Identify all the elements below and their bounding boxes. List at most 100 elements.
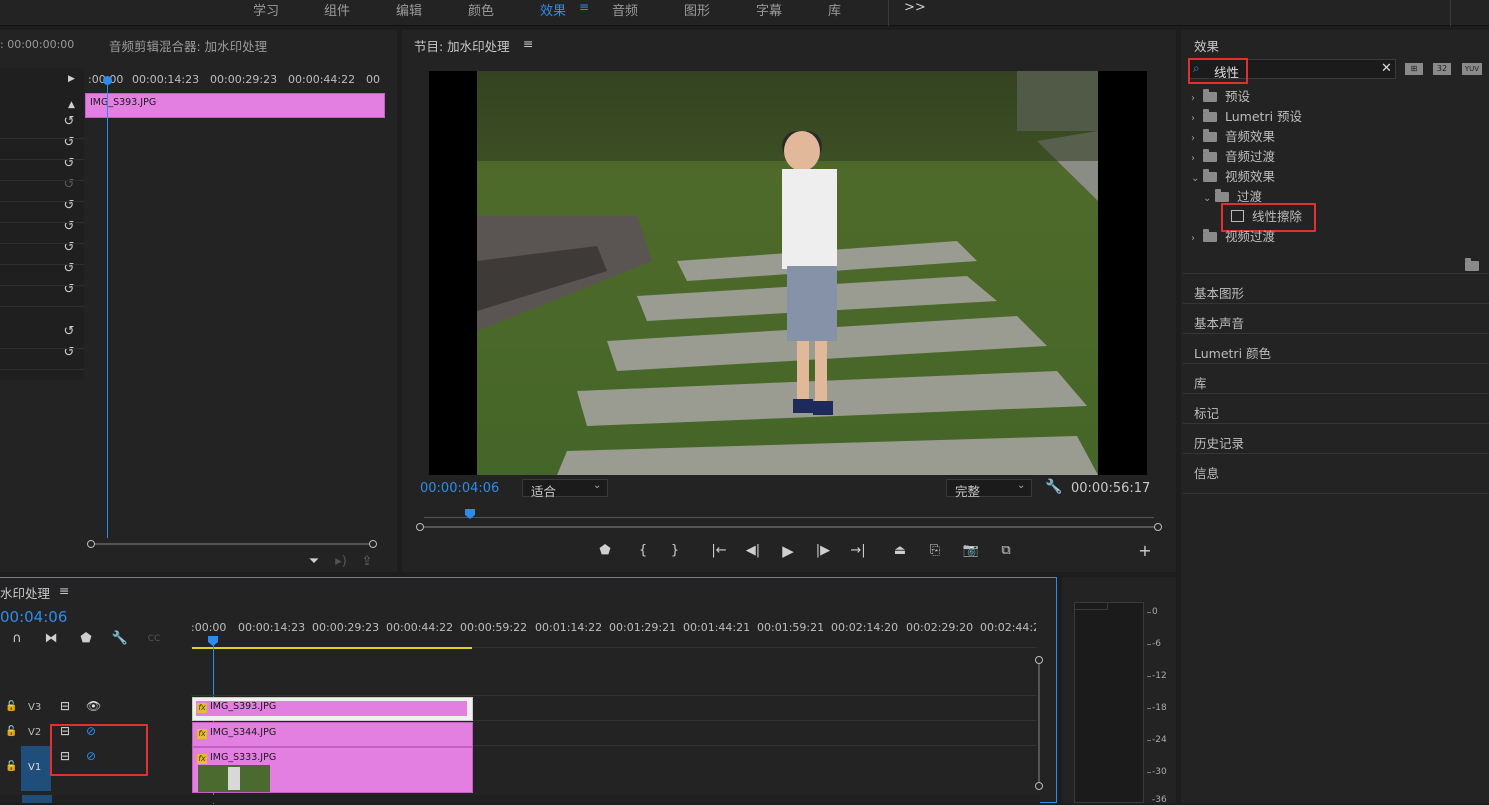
- timeline-title: 水印处理: [0, 586, 51, 601]
- work-area-bar[interactable]: [192, 647, 472, 649]
- linked-selection-icon[interactable]: ⧓: [42, 631, 60, 647]
- reset-icon[interactable]: ↺: [62, 325, 76, 339]
- source-zoom-scrollbar[interactable]: [87, 540, 377, 548]
- workspace-tab-effects[interactable]: 效果: [540, 0, 566, 19]
- clip-v1[interactable]: fx IMG_S333.JPG: [192, 747, 473, 793]
- section-info[interactable]: 信息: [1183, 453, 1489, 494]
- row-divider: [0, 285, 84, 286]
- quality-dropdown[interactable]: 完整 ⌄: [946, 479, 1032, 499]
- workspace-tab-libraries[interactable]: 库: [828, 0, 841, 19]
- tree-item-video-transitions[interactable]: › 视频过渡: [1191, 226, 1275, 246]
- meter-scale-label: -24: [1152, 735, 1167, 745]
- workspace-tab-color[interactable]: 颜色: [468, 0, 494, 19]
- snap-icon[interactable]: ∩: [8, 631, 26, 647]
- workspace-tab-editing[interactable]: 编辑: [396, 0, 422, 19]
- 32bit-effects-button[interactable]: 32: [1433, 63, 1451, 75]
- lock-icon[interactable]: 🔓: [5, 761, 17, 772]
- eye-icon[interactable]: 👁: [86, 699, 101, 713]
- meter-tick: [1147, 644, 1151, 645]
- go-to-in-icon[interactable]: |←: [710, 543, 728, 559]
- chevron-right-icon: ›: [1191, 133, 1195, 144]
- program-monitor-title: 节目: 加水印处理: [414, 39, 510, 54]
- filter-icon[interactable]: ⏷: [305, 554, 323, 570]
- lock-icon[interactable]: 🔓: [5, 726, 17, 737]
- workspace-menu-icon[interactable]: ≡: [579, 0, 589, 14]
- go-to-out-icon[interactable]: →|: [849, 543, 867, 559]
- lock-icon[interactable]: 🔓: [5, 701, 17, 712]
- workspace-tab-assembly[interactable]: 组件: [324, 0, 350, 19]
- playhead-handle[interactable]: [103, 76, 112, 85]
- track-name[interactable]: V3: [28, 702, 41, 713]
- tree-item-audio-effects[interactable]: › 音频效果: [1191, 126, 1275, 146]
- step-back-icon[interactable]: ◀|: [744, 543, 762, 559]
- sync-lock-icon[interactable]: ⊟: [60, 699, 70, 713]
- tree-item-video-effects[interactable]: ⌄ 视频效果: [1191, 166, 1275, 186]
- add-button-icon[interactable]: +: [1136, 543, 1154, 559]
- lift-icon[interactable]: ⏏: [891, 543, 909, 559]
- add-marker-icon[interactable]: ⬟: [596, 543, 614, 559]
- source-ruler[interactable]: :00:00 00:00:14:23 00:00:29:23 00:00:44:…: [84, 68, 380, 92]
- clip-v3[interactable]: fx IMG_S393.JPG: [192, 697, 473, 721]
- video-frame[interactable]: [429, 71, 1147, 475]
- audio-meter: [1074, 602, 1144, 803]
- ruler-label: :00:00: [191, 621, 227, 634]
- ruler-label: 00:00:14:23: [132, 73, 200, 86]
- step-forward-icon[interactable]: |▶: [814, 543, 832, 559]
- ruler-label: 00:00:29:23: [210, 73, 278, 86]
- workspace-tab-graphics[interactable]: 图形: [684, 0, 710, 19]
- compare-view-icon[interactable]: ⧉: [997, 543, 1015, 559]
- tree-item-presets[interactable]: › 预设: [1191, 86, 1250, 106]
- track-name[interactable]: V2: [28, 727, 41, 738]
- mark-out-icon[interactable]: }: [666, 543, 684, 559]
- more-workspaces-icon[interactable]: >>: [904, 0, 926, 15]
- play-icon[interactable]: ▶: [779, 543, 797, 559]
- workspace-bar: 学习 组件 编辑 颜色 效果 ≡ 音频 图形 字幕 库 >>: [0, 0, 1489, 26]
- extract-icon[interactable]: ⎘: [926, 543, 944, 559]
- fit-dropdown-value: 适合: [531, 484, 557, 499]
- fit-dropdown[interactable]: 适合 ⌄: [522, 479, 608, 499]
- workspace-tab-audio[interactable]: 音频: [612, 0, 638, 19]
- timeline-timecode[interactable]: 00:04:06: [0, 608, 67, 626]
- chevron-right-icon: ›: [1191, 233, 1195, 244]
- add-marker-icon[interactable]: ⬟: [77, 631, 95, 647]
- clear-search-icon[interactable]: ✕: [1381, 61, 1392, 76]
- panel-menu-icon[interactable]: ≡: [59, 583, 69, 598]
- wrench-icon[interactable]: 🔧: [111, 631, 129, 647]
- row-divider: [0, 369, 84, 370]
- program-scrubber[interactable]: [416, 507, 1162, 531]
- row-divider: [0, 201, 84, 202]
- divider: [888, 0, 889, 26]
- accelerated-effects-icon[interactable]: ⊞: [1405, 63, 1423, 75]
- mark-in-icon[interactable]: {: [634, 543, 652, 559]
- effects-panel: 效果 ⌕ 线性 ✕ ⊞ 32 YUV › 预设 › Lumetri 预设 › 音频效果…: [1181, 30, 1489, 803]
- program-duration: 00:00:56:17: [1071, 481, 1151, 496]
- timeline-horizontal-scrollbar[interactable]: [0, 795, 1040, 803]
- row-divider: [0, 222, 84, 223]
- tree-item-label: Lumetri 预设: [1225, 109, 1303, 124]
- clip-v2[interactable]: fx IMG_S344.JPG: [192, 722, 473, 747]
- play-triangle-icon[interactable]: ▶: [68, 74, 75, 84]
- program-current-timecode[interactable]: 00:00:04:06: [420, 481, 499, 496]
- audio-clip-mixer-tab[interactable]: 音频剪辑混合器: 加水印处理: [109, 36, 267, 55]
- tree-item-audio-transitions[interactable]: › 音频过渡: [1191, 146, 1275, 166]
- workspace-tab-captions[interactable]: 字幕: [756, 0, 782, 19]
- track-name[interactable]: V1: [28, 762, 41, 773]
- camera-icon[interactable]: 📷: [962, 543, 980, 559]
- meter-scale-label: -36: [1152, 795, 1167, 805]
- tree-item-label: 音频过渡: [1225, 149, 1276, 164]
- source-clip[interactable]: IMG_S393.JPG: [85, 93, 385, 118]
- timeline-ruler[interactable]: :00:00 00:00:14:23 00:00:29:23 00:00:44:…: [191, 618, 1036, 649]
- panel-menu-icon[interactable]: ≡: [523, 36, 533, 51]
- reset-icon[interactable]: ↺: [62, 115, 76, 129]
- section-label: 信息: [1194, 466, 1220, 481]
- clip-name: IMG_S393.JPG: [210, 701, 277, 712]
- collapse-up-icon[interactable]: ▲: [68, 100, 75, 110]
- chevron-down-icon: ⌄: [1203, 193, 1212, 204]
- tree-item-lumetri-presets[interactable]: › Lumetri 预设: [1191, 106, 1302, 126]
- timeline-vertical-scrollbar[interactable]: [1035, 656, 1043, 790]
- yuv-effects-button[interactable]: YUV: [1462, 63, 1482, 75]
- workspace-tab-learn[interactable]: 学习: [253, 0, 279, 19]
- row-divider: [0, 348, 84, 349]
- wrench-icon[interactable]: 🔧: [1045, 479, 1062, 495]
- new-bin-icon[interactable]: [1465, 258, 1479, 271]
